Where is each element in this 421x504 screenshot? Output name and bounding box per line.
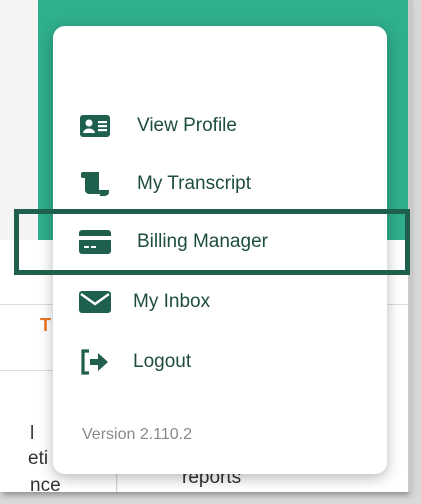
app-version: Version 2.110.2 [82,426,193,443]
menu-item-logout[interactable]: Logout [53,336,387,388]
envelope-icon [75,287,115,317]
id-card-icon [75,111,115,141]
menu-item-label: My Transcript [137,173,252,194]
menu-item-my-inbox[interactable]: My Inbox [53,276,387,328]
background-text-fragment: nce [30,475,61,492]
background-tab-letter: T [40,315,51,335]
menu-item-label: My Inbox [133,291,211,312]
scroll-icon [75,169,115,199]
background-text-fragment: eti [28,448,49,469]
background-text-fragment: l [30,423,35,444]
logout-icon [75,347,115,377]
menu-item-view-profile[interactable]: View Profile [53,100,387,152]
selection-highlight [14,209,410,275]
menu-item-my-transcript[interactable]: My Transcript [53,158,387,210]
menu-item-label: View Profile [137,115,237,136]
menu-item-label: Logout [133,351,192,372]
